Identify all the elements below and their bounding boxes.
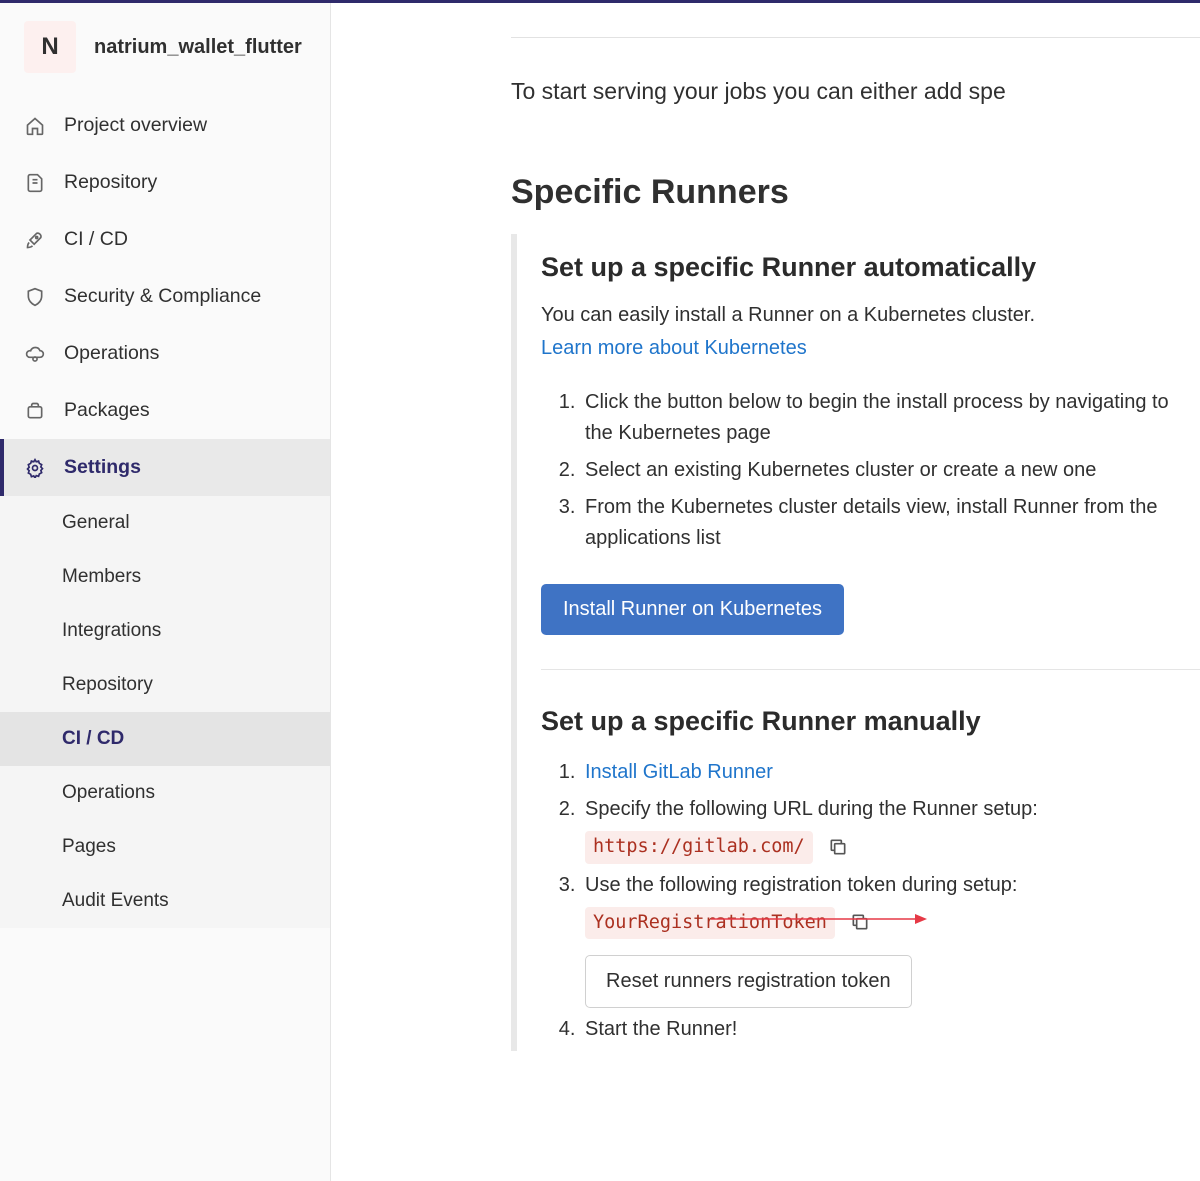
manual-setup-heading: Set up a specific Runner manually xyxy=(541,702,1200,755)
project-name: natrium_wallet_flutter xyxy=(94,36,302,59)
package-icon xyxy=(24,400,46,422)
learn-more-kubernetes-link[interactable]: Learn more about Kubernetes xyxy=(541,337,807,359)
intro-text: To start serving your jobs you can eithe… xyxy=(511,38,1200,105)
auto-setup-heading: Set up a specific Runner automatically xyxy=(541,248,1200,301)
manual-step-2-text: Specify the following URL during the Run… xyxy=(585,798,1038,820)
sidebar-item-cicd[interactable]: CI / CD xyxy=(0,211,330,268)
file-icon xyxy=(24,172,46,194)
page-layout: N natrium_wallet_flutter Project overvie… xyxy=(0,3,1200,1181)
reset-registration-token-button[interactable]: Reset runners registration token xyxy=(585,955,912,1008)
manual-step-4: Start the Runner! xyxy=(581,1014,1180,1051)
sidebar-item-label: Settings xyxy=(64,456,141,479)
copy-token-button[interactable] xyxy=(850,912,870,932)
sidebar-item-label: Project overview xyxy=(64,114,207,137)
subnav-members[interactable]: Members xyxy=(0,550,330,604)
manual-steps-list: Install GitLab Runner Specify the follow… xyxy=(541,755,1200,1051)
registration-token-code: YourRegistrationToken xyxy=(585,907,835,940)
subnav-audit-events[interactable]: Audit Events xyxy=(0,874,330,928)
subnav-repository[interactable]: Repository xyxy=(0,658,330,712)
sidebar-item-label: Packages xyxy=(64,399,150,422)
subnav-pages[interactable]: Pages xyxy=(0,820,330,874)
subnav-general[interactable]: General xyxy=(0,496,330,550)
auto-step-3: From the Kubernetes cluster details view… xyxy=(581,492,1180,560)
auto-steps-list: Click the button below to begin the inst… xyxy=(541,367,1200,560)
manual-step-3: Use the following registration token dur… xyxy=(581,870,1180,1015)
manual-step-2: Specify the following URL during the Run… xyxy=(581,794,1180,870)
card-separator xyxy=(541,669,1200,670)
subnav-integrations[interactable]: Integrations xyxy=(0,604,330,658)
install-gitlab-runner-link[interactable]: Install GitLab Runner xyxy=(585,761,773,783)
sidebar-item-project-overview[interactable]: Project overview xyxy=(0,97,330,154)
sidebar-item-packages[interactable]: Packages xyxy=(0,382,330,439)
sidebar-item-label: Operations xyxy=(64,342,159,365)
sidebar-item-settings[interactable]: Settings xyxy=(0,439,330,496)
main-content: To start serving your jobs you can eithe… xyxy=(331,3,1200,1181)
subnav-cicd[interactable]: CI / CD xyxy=(0,712,330,766)
settings-subnav: General Members Integrations Repository … xyxy=(0,496,330,928)
sidebar-item-label: Repository xyxy=(64,171,157,194)
sidebar-item-security[interactable]: Security & Compliance xyxy=(0,268,330,325)
manual-step-1: Install GitLab Runner xyxy=(581,757,1180,794)
sidebar-item-repository[interactable]: Repository xyxy=(0,154,330,211)
sidebar-item-operations[interactable]: Operations xyxy=(0,325,330,382)
sidebar-item-label: Security & Compliance xyxy=(64,285,261,308)
home-icon xyxy=(24,115,46,137)
auto-step-1: Click the button below to begin the inst… xyxy=(581,387,1180,455)
sidebar: N natrium_wallet_flutter Project overvie… xyxy=(0,3,331,1181)
specific-runners-heading: Specific Runners xyxy=(511,105,1200,234)
install-runner-kubernetes-button[interactable]: Install Runner on Kubernetes xyxy=(541,584,844,635)
project-header[interactable]: N natrium_wallet_flutter xyxy=(0,19,330,91)
copy-url-button[interactable] xyxy=(828,837,848,857)
manual-step-3-text: Use the following registration token dur… xyxy=(585,874,1017,896)
project-avatar: N xyxy=(24,21,76,73)
runners-card: Set up a specific Runner automatically Y… xyxy=(511,234,1200,1051)
rocket-icon xyxy=(24,229,46,251)
subnav-operations[interactable]: Operations xyxy=(0,766,330,820)
auto-setup-desc: You can easily install a Runner on a Kub… xyxy=(541,301,1200,334)
runner-url-code: https://gitlab.com/ xyxy=(585,831,813,864)
cloud-gear-icon xyxy=(24,343,46,365)
sidebar-nav: Project overview Repository CI / CD Secu… xyxy=(0,91,330,496)
gear-icon xyxy=(24,457,46,479)
auto-step-2: Select an existing Kubernetes cluster or… xyxy=(581,455,1180,492)
shield-icon xyxy=(24,286,46,308)
sidebar-item-label: CI / CD xyxy=(64,228,128,251)
